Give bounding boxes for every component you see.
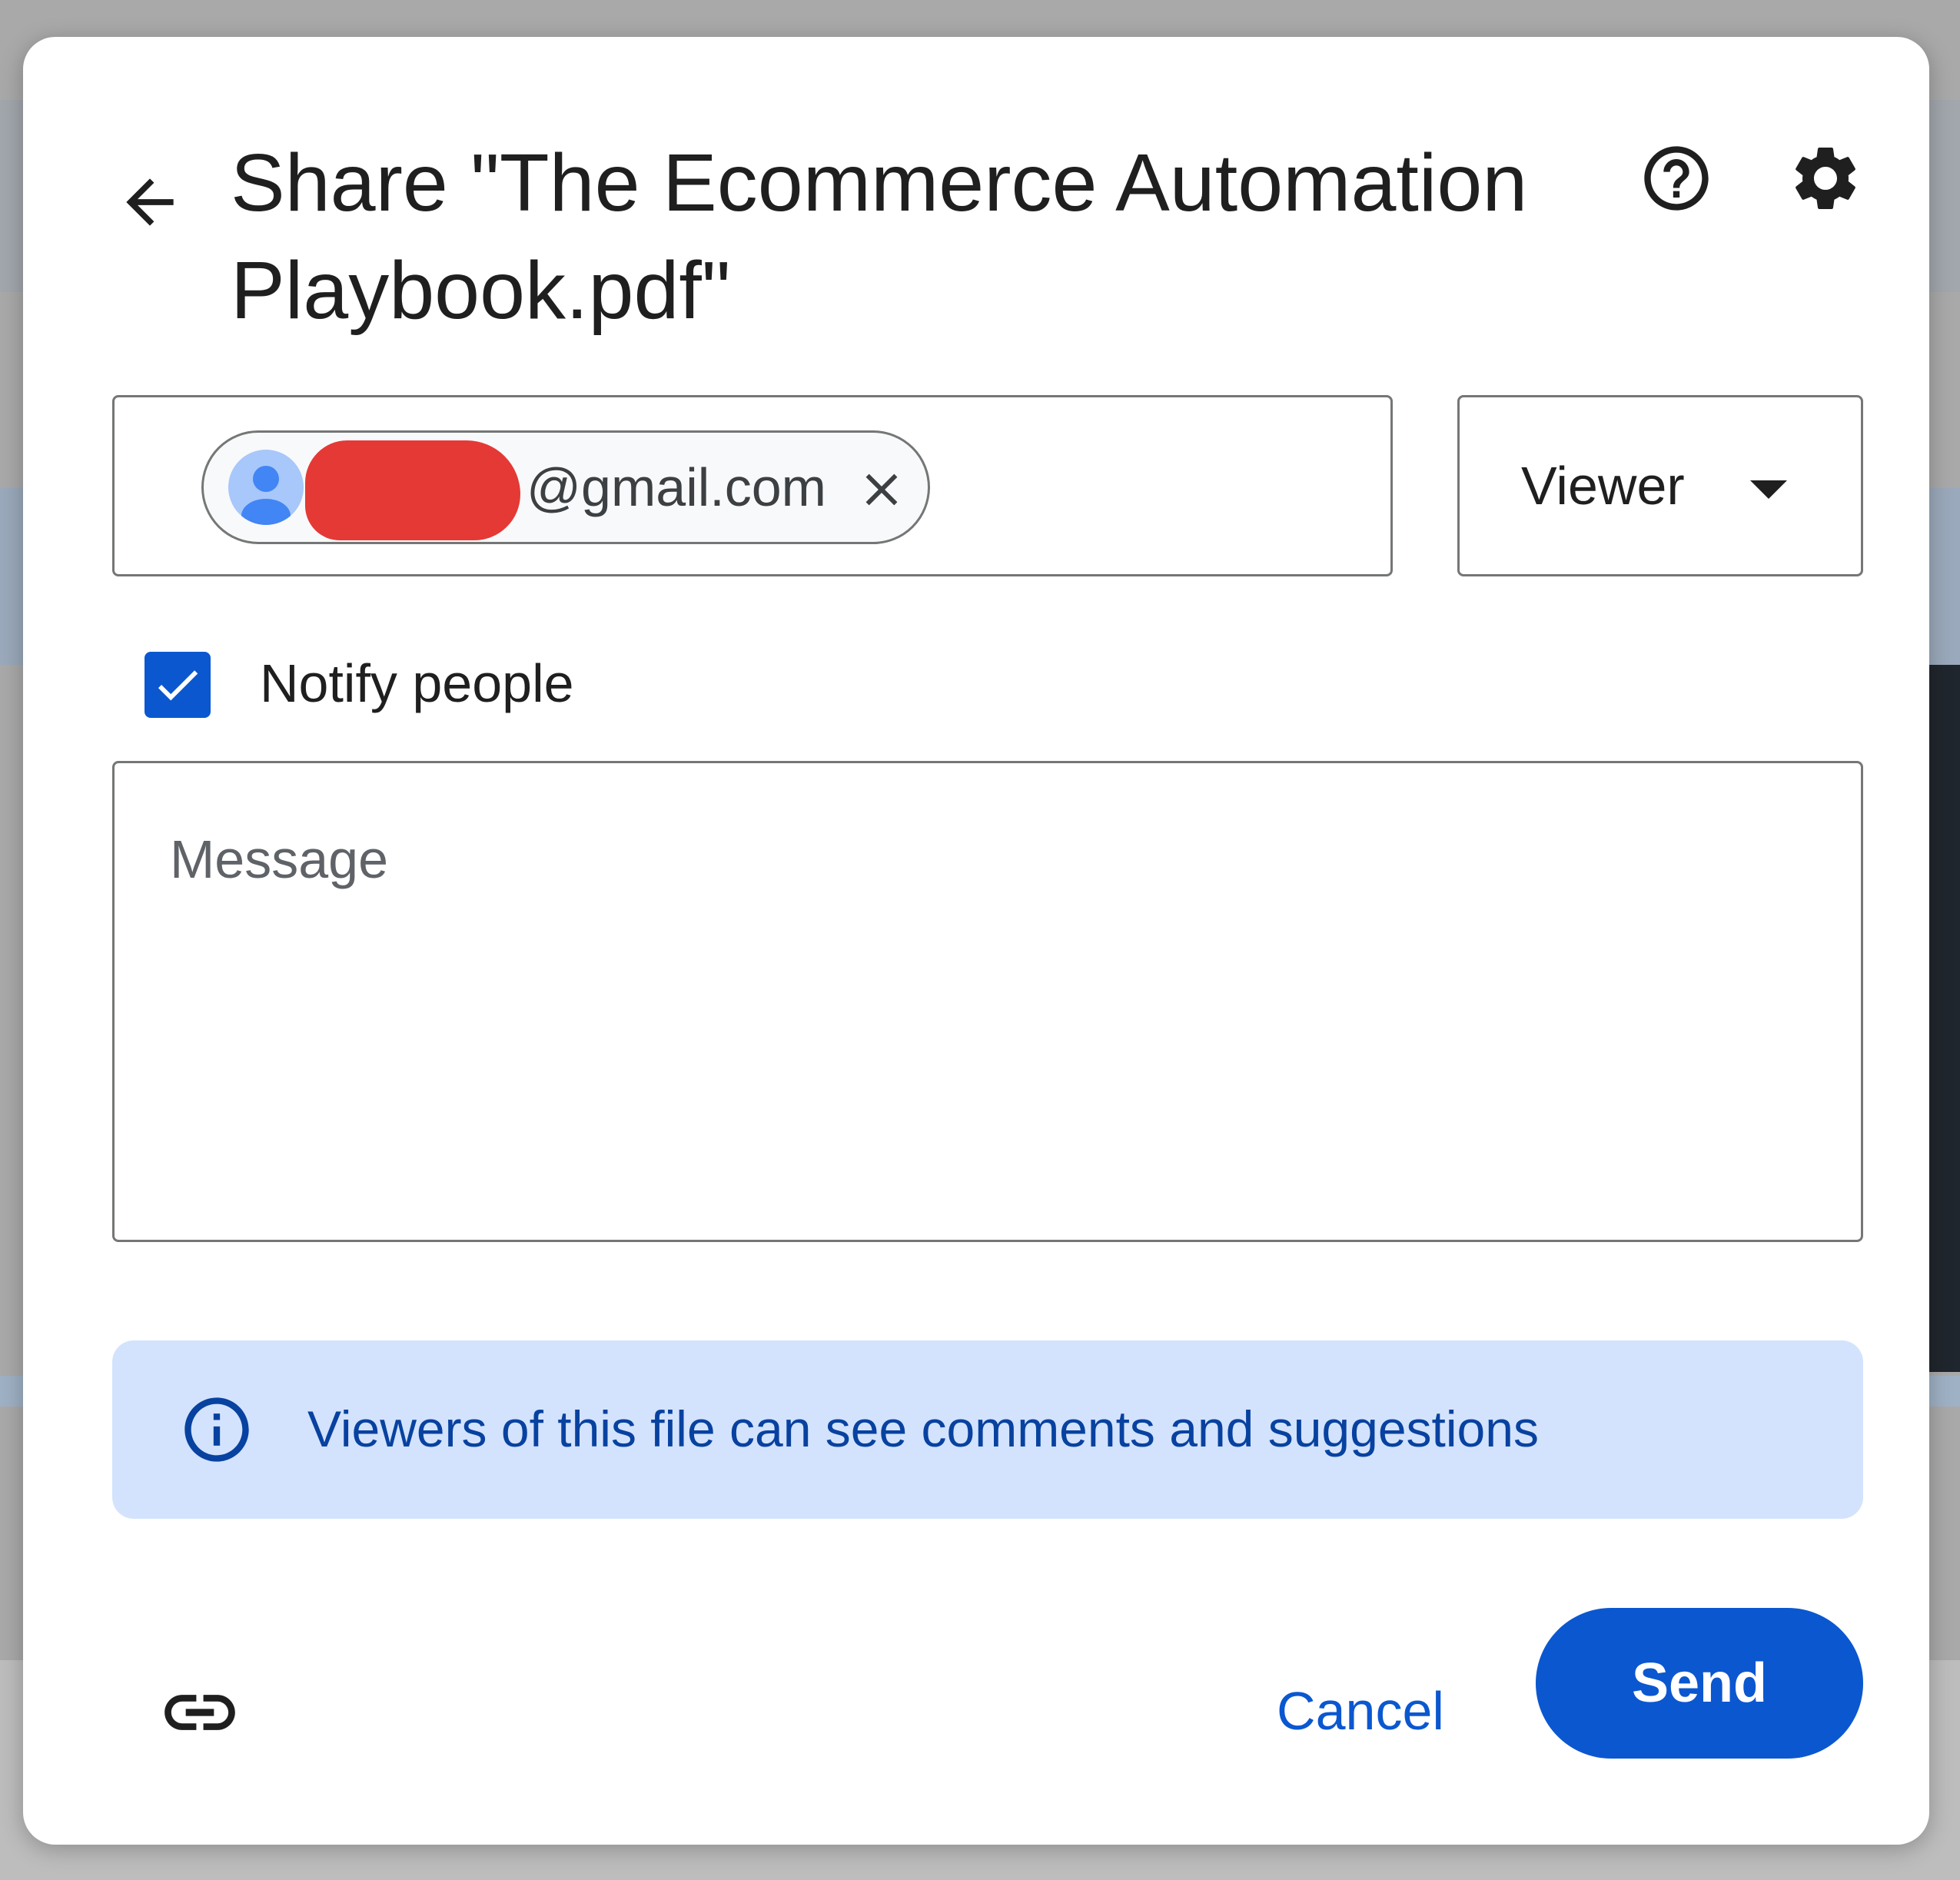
share-dialog: Share "The Ecommerce Automation Playbook… <box>23 37 1929 1845</box>
info-banner-text: Viewers of this file can see comments an… <box>307 1400 1539 1457</box>
gear-icon <box>1796 148 1855 209</box>
role-dropdown[interactable]: Viewer <box>1457 395 1863 576</box>
notify-label: Notify people <box>260 653 574 713</box>
backdrop-image <box>1929 665 1960 1372</box>
avatar <box>228 450 304 525</box>
info-icon <box>184 1397 249 1462</box>
link-icon <box>164 1695 235 1730</box>
close-icon <box>865 473 898 506</box>
person-icon <box>241 466 291 525</box>
dialog-title: Share "The Ecommerce Automation Playbook… <box>231 138 1528 336</box>
role-selected-value: Viewer <box>1521 456 1685 516</box>
info-banner: Viewers of this file can see comments an… <box>112 1340 1863 1519</box>
cancel-button[interactable]: Cancel <box>1237 1636 1483 1786</box>
recipient-email: @gmail.com <box>526 457 826 517</box>
caret-down-icon <box>1750 480 1787 499</box>
message-input[interactable] <box>170 825 1784 1209</box>
back-button[interactable] <box>92 144 208 260</box>
notify-people-option[interactable]: Notify people <box>145 644 683 721</box>
copy-link-button[interactable] <box>146 1659 254 1766</box>
settings-button[interactable] <box>1772 125 1879 232</box>
recipient-chip[interactable]: @gmail.com <box>201 430 930 544</box>
arrow-back-icon <box>126 178 174 226</box>
send-button[interactable]: Send <box>1536 1608 1863 1759</box>
check-icon <box>158 670 198 701</box>
help-icon <box>1644 146 1709 211</box>
recipients-input[interactable]: @gmail.com <box>112 395 1393 576</box>
message-field[interactable] <box>112 761 1863 1242</box>
help-button[interactable] <box>1623 125 1730 232</box>
notify-checkbox[interactable] <box>145 652 211 718</box>
remove-recipient-button[interactable] <box>848 456 915 523</box>
